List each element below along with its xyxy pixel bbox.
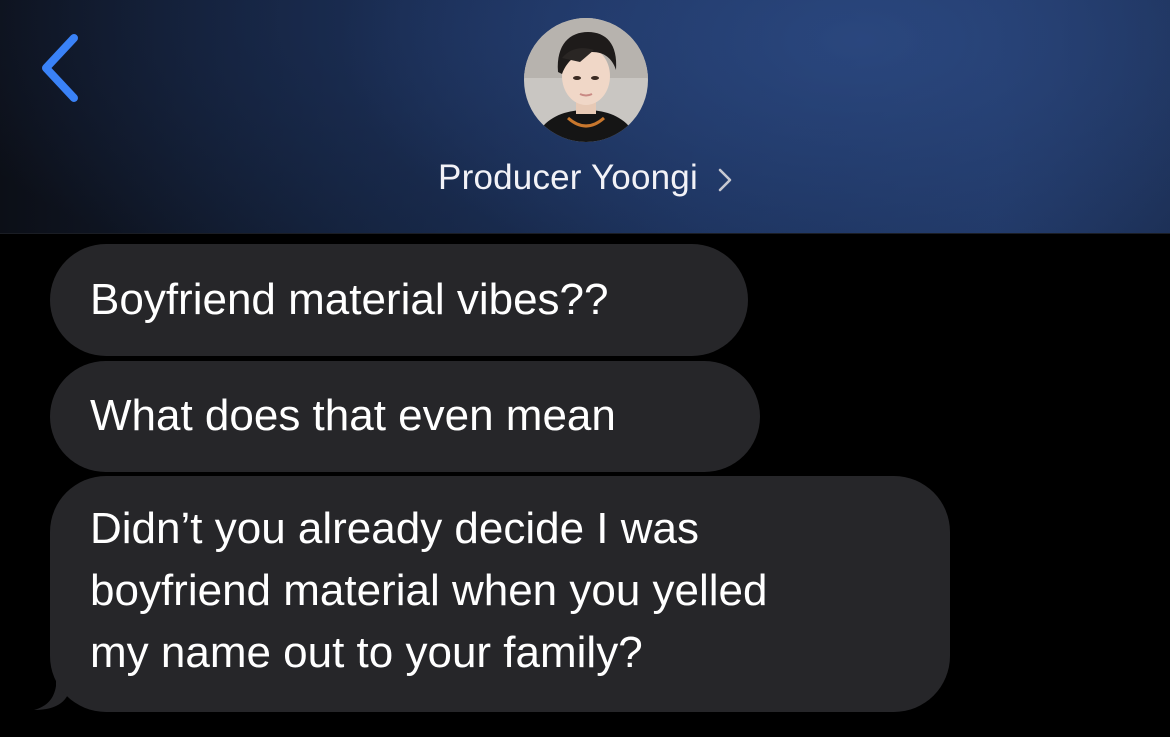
message-text: Didn’t you already decide I was bbox=[90, 504, 699, 553]
message-bubble[interactable]: What does that even mean bbox=[50, 361, 760, 472]
contact-name: Producer Yoongi bbox=[438, 158, 698, 197]
conversation-header: Producer Yoongi bbox=[0, 0, 1170, 234]
contact-name-button[interactable]: Producer Yoongi bbox=[0, 152, 1170, 204]
message-bubble[interactable]: Didn’t you already decide I was boyfrien… bbox=[50, 476, 950, 712]
message-text: boyfriend material when you yelled bbox=[90, 566, 768, 615]
chevron-right-icon bbox=[718, 168, 732, 192]
chevron-left-icon bbox=[42, 34, 78, 102]
message-text: my name out to your family? bbox=[90, 628, 643, 677]
back-button[interactable] bbox=[30, 30, 90, 106]
message-text: Boyfriend material vibes?? bbox=[90, 275, 609, 324]
message-bubble[interactable]: Boyfriend material vibes?? bbox=[50, 244, 748, 356]
message-text: What does that even mean bbox=[90, 391, 616, 440]
avatar[interactable] bbox=[524, 18, 648, 142]
